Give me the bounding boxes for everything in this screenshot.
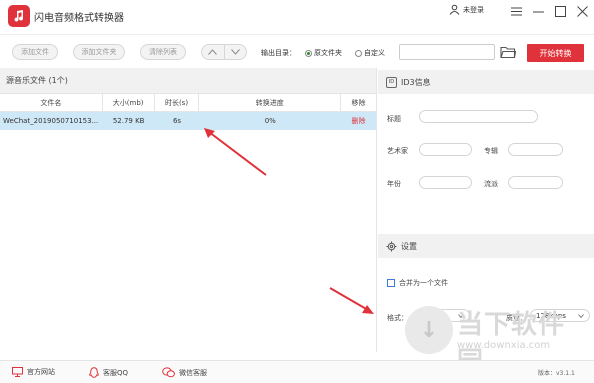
- radio-unchecked-icon: [355, 49, 362, 57]
- id3-icon: ID: [386, 76, 397, 88]
- radio-custom-folder[interactable]: 自定义: [355, 48, 385, 58]
- move-buttons: [201, 44, 247, 60]
- table-header: 文件名 大小(mb) 时长(s) 转换进度 移除: [0, 94, 376, 112]
- settings-header: 设置: [378, 234, 594, 258]
- app-logo-icon: [8, 5, 30, 27]
- column-header-duration: 时长(s): [155, 94, 200, 111]
- album-field[interactable]: [508, 143, 563, 156]
- start-convert-button[interactable]: 开始转换: [527, 44, 584, 62]
- cell-duration: 6s: [172, 117, 182, 125]
- merge-checkbox[interactable]: 合并为一个文件: [387, 278, 448, 288]
- maximize-icon: [554, 5, 566, 17]
- merge-label: 合并为一个文件: [399, 279, 448, 287]
- radio-source-label: 原文件夹: [314, 49, 342, 57]
- year-label: 年份: [387, 180, 401, 188]
- title-bar: 闪电音频格式转换器 未登录: [0, 0, 594, 34]
- radio-checked-icon: [305, 49, 312, 57]
- id3-title: ID3信息: [401, 77, 431, 87]
- login-label: 未登录: [463, 5, 484, 14]
- support-qq-link[interactable]: 客服QQ: [89, 367, 128, 378]
- user-icon: [449, 4, 460, 15]
- login-button[interactable]: 未登录: [449, 4, 484, 15]
- folder-icon: [500, 46, 517, 59]
- source-list-panel: 源音乐文件 (1个) 文件名 大小(mb) 时长(s) 转换进度 移除 WeCh…: [0, 68, 377, 352]
- official-site-label: 官方网站: [27, 368, 55, 376]
- chevron-up-icon: [208, 49, 218, 55]
- move-down-button[interactable]: [225, 45, 247, 59]
- wechat-support-link[interactable]: 微信客服: [162, 367, 207, 378]
- output-path-input[interactable]: [399, 44, 495, 60]
- qq-icon: [89, 367, 99, 378]
- menu-icon: [510, 7, 522, 15]
- close-button[interactable]: [574, 3, 590, 19]
- wechat-icon: [162, 367, 175, 378]
- minimize-icon: [532, 11, 544, 12]
- add-folder-button[interactable]: 添加文件夹: [73, 44, 125, 60]
- checkbox-icon: [387, 279, 395, 287]
- official-site-link[interactable]: 官方网站: [12, 367, 55, 377]
- watermark-url: www.downxia.com: [457, 340, 551, 351]
- column-header-remove: 移除: [351, 98, 366, 107]
- watermark: ↓ 当下软件园 www.downxia.com: [405, 302, 590, 377]
- monitor-icon: [12, 367, 23, 377]
- radio-custom-label: 自定义: [364, 49, 385, 57]
- clear-list-button[interactable]: 清除列表: [140, 44, 186, 60]
- column-header-progress: 转换进度: [199, 94, 342, 111]
- source-list-header: 源音乐文件 (1个): [0, 68, 376, 94]
- browse-folder-button[interactable]: [500, 45, 517, 59]
- support-qq-label: 客服QQ: [103, 368, 129, 377]
- title-label: 标题: [387, 115, 401, 123]
- gear-icon: [386, 241, 397, 251]
- delete-link[interactable]: 删除: [341, 112, 376, 130]
- move-up-button[interactable]: [202, 45, 225, 59]
- maximize-button[interactable]: [552, 3, 568, 19]
- menu-button[interactable]: [508, 3, 524, 19]
- footer: 官方网站 客服QQ 微信客服 版本：v3.1.1: [0, 360, 594, 383]
- cell-progress: 0%: [264, 117, 276, 125]
- cell-size: 52.79 KB: [112, 117, 145, 125]
- app-title: 闪电音频格式转换器: [34, 13, 124, 24]
- cell-filename: WeChat_2019050710153...: [3, 117, 99, 125]
- artist-label: 艺术家: [387, 147, 408, 155]
- column-header-size: 大小(mb): [103, 94, 155, 111]
- wechat-support-label: 微信客服: [179, 368, 207, 377]
- close-icon: [576, 5, 588, 17]
- version-label: 版本：v3.1.1: [538, 370, 575, 377]
- output-dir-label: 输出目录：: [261, 49, 296, 57]
- add-file-button[interactable]: 添加文件: [12, 44, 58, 60]
- genre-label: 流派: [484, 180, 498, 188]
- column-header-filename: 文件名: [0, 94, 103, 111]
- id3-header: ID ID3信息: [378, 70, 594, 94]
- chevron-down-icon: [230, 49, 240, 55]
- year-field[interactable]: [419, 176, 472, 189]
- minimize-button[interactable]: [530, 3, 546, 19]
- genre-field[interactable]: [508, 176, 563, 189]
- toolbar: 添加文件 添加文件夹 清除列表 输出目录： 原文件夹 自定义 开始转换: [0, 34, 594, 68]
- artist-field[interactable]: [419, 143, 472, 156]
- watermark-logo-icon: ↓: [405, 306, 453, 354]
- table-row[interactable]: WeChat_2019050710153... 52.79 KB 6s 0% 删…: [0, 112, 376, 130]
- album-label: 专辑: [484, 147, 498, 155]
- title-field[interactable]: [419, 110, 538, 123]
- radio-source-folder[interactable]: 原文件夹: [305, 48, 342, 58]
- settings-title: 设置: [401, 241, 417, 251]
